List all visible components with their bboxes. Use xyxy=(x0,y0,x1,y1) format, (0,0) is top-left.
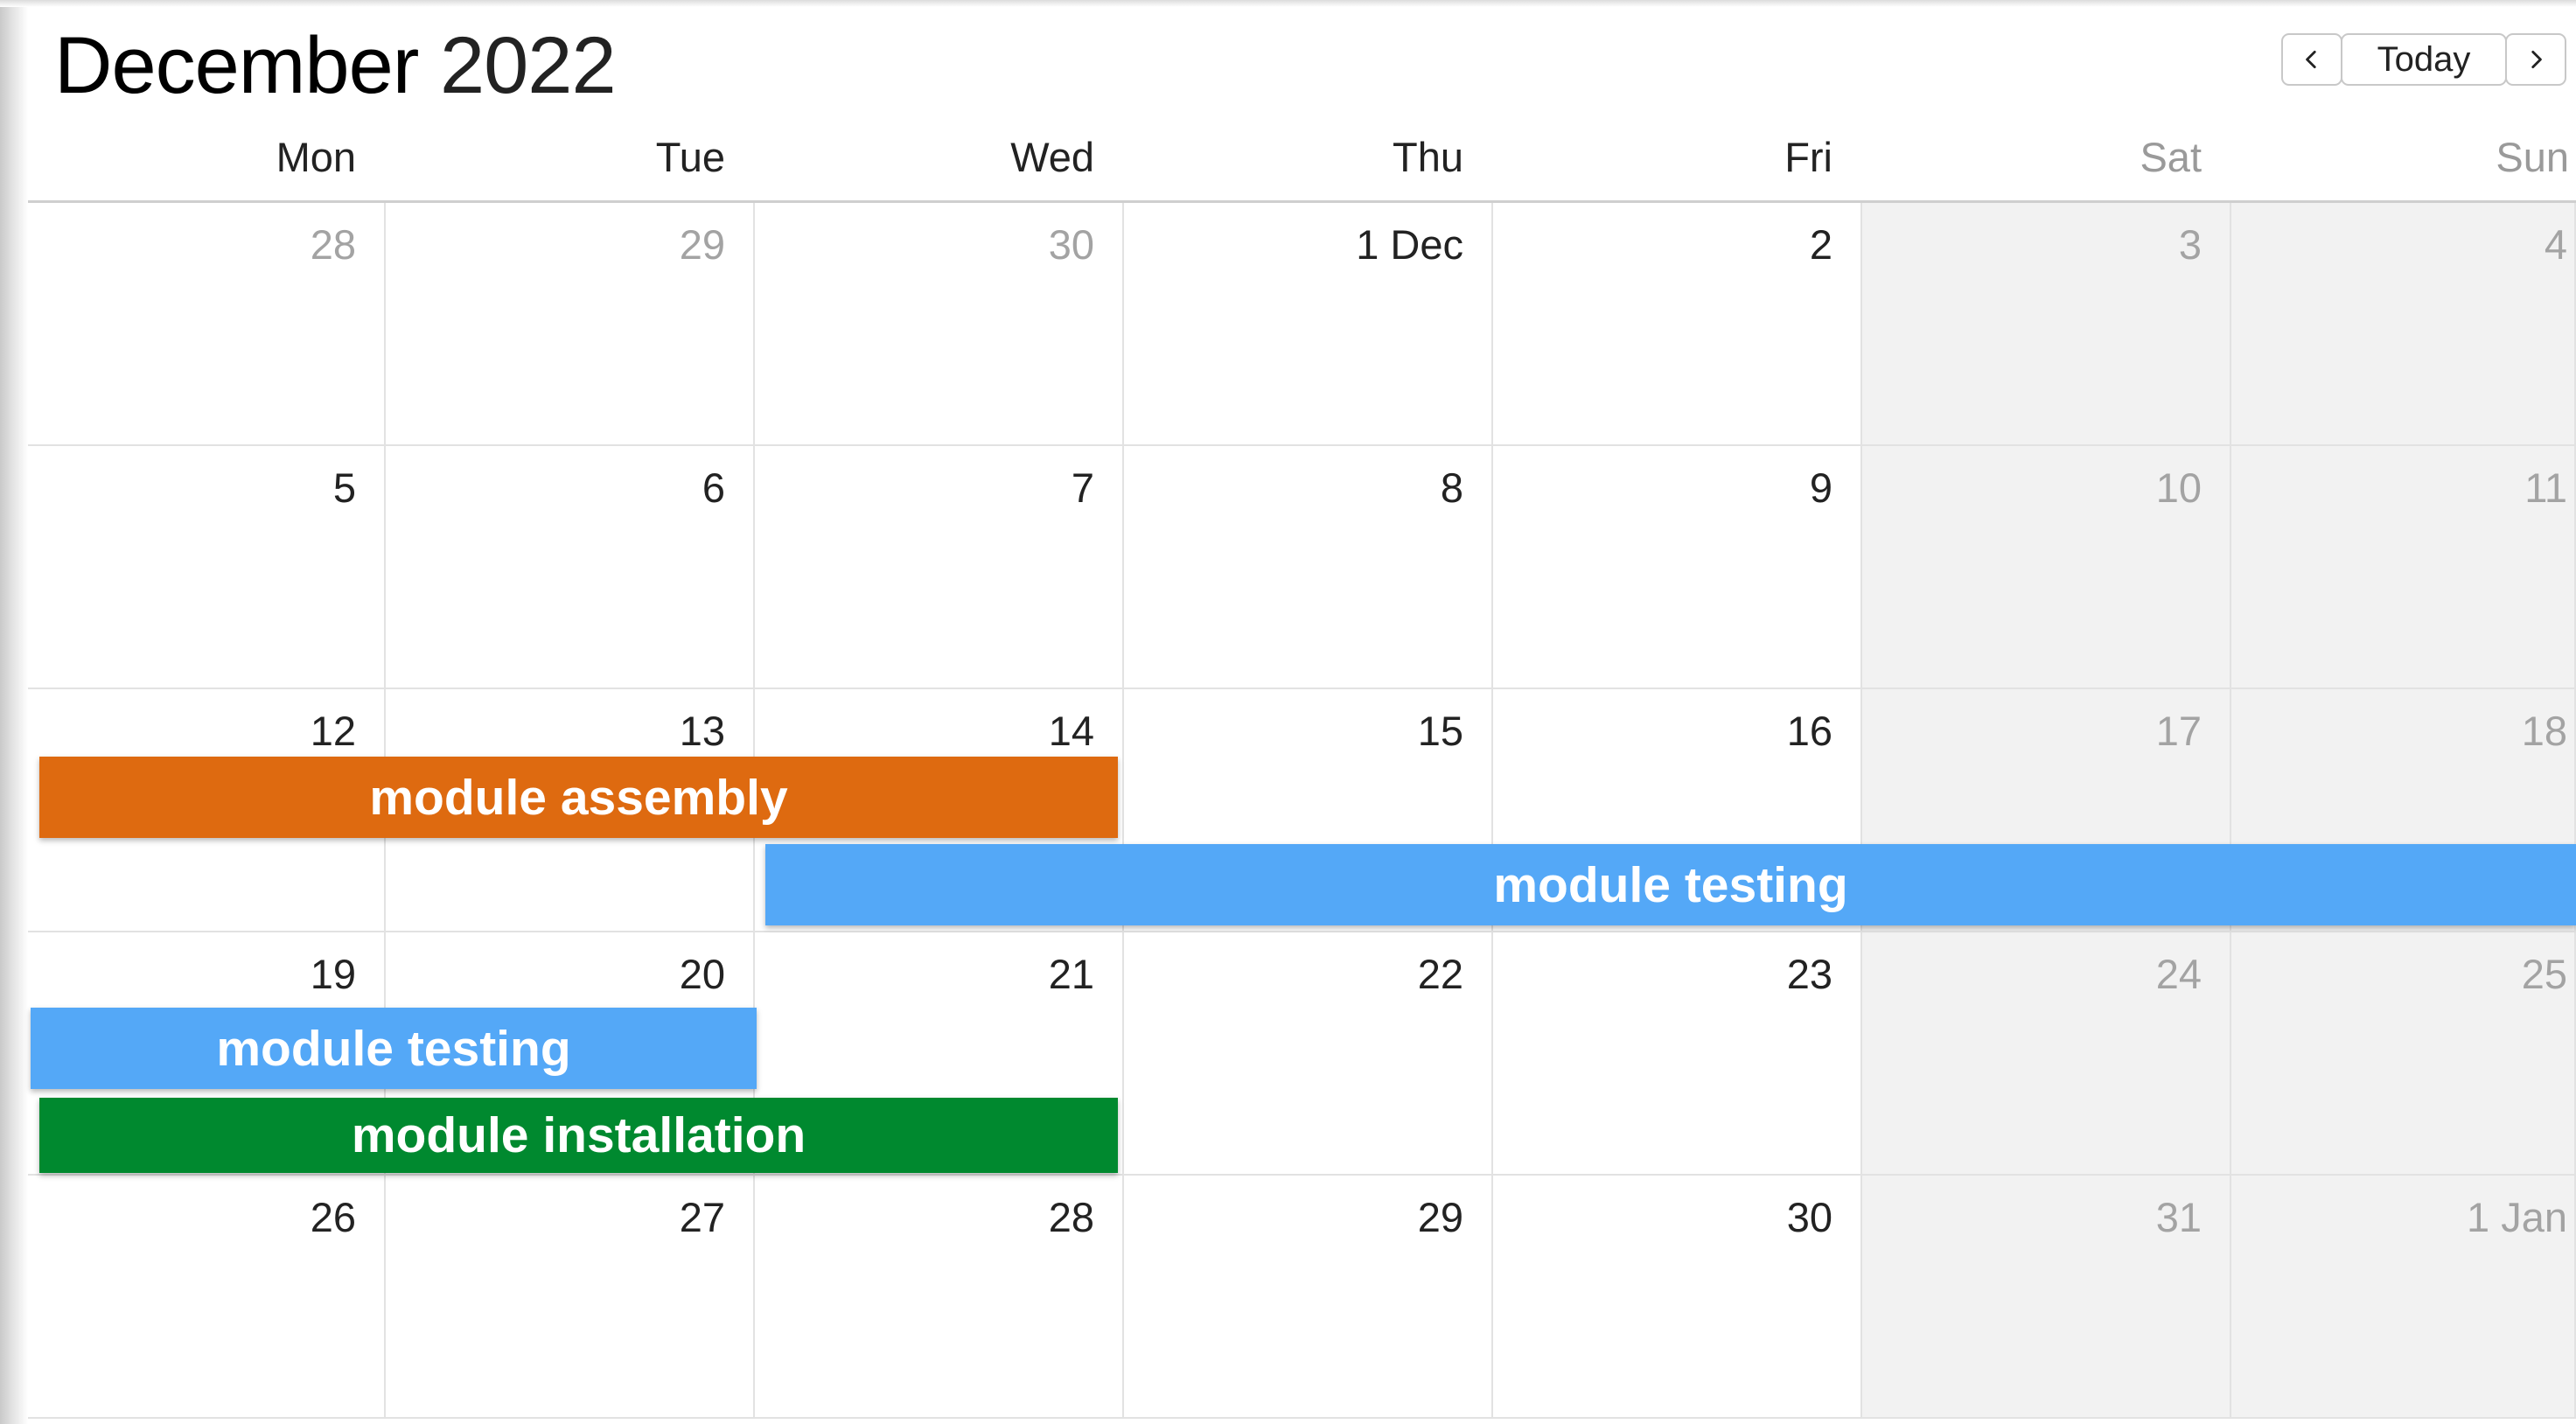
day-cell[interactable]: 29 xyxy=(386,203,755,446)
day-number: 4 xyxy=(2544,221,2567,268)
day-number: 15 xyxy=(1417,708,1463,754)
window-edge-shadow xyxy=(0,0,28,1424)
day-cell[interactable]: 22 xyxy=(1124,932,1493,1176)
chevron-right-icon xyxy=(2531,50,2542,69)
day-cell[interactable]: 28 xyxy=(28,203,386,446)
day-cell[interactable]: 25 xyxy=(2231,932,2576,1176)
chevron-left-icon xyxy=(2306,50,2316,69)
day-cell[interactable]: 10 xyxy=(1862,446,2231,689)
day-number: 19 xyxy=(310,951,356,997)
month-title: December 2022 xyxy=(54,9,617,122)
day-cell[interactable]: 27 xyxy=(386,1176,755,1419)
day-cell[interactable]: 24 xyxy=(1862,932,2231,1176)
day-cell[interactable]: 11 xyxy=(2231,446,2576,689)
event-label: module testing xyxy=(1493,856,1848,913)
day-cell[interactable]: 29 xyxy=(1124,1176,1493,1419)
day-number: 16 xyxy=(1786,708,1833,754)
event-module-testing-cont[interactable]: module testing xyxy=(31,1008,757,1089)
previous-month-button[interactable] xyxy=(2281,33,2342,86)
day-number: 26 xyxy=(310,1194,356,1240)
weekday-sun: Sun xyxy=(2496,134,2569,180)
weekday-wed: Wed xyxy=(1010,134,1094,180)
day-cell[interactable]: 30 xyxy=(755,203,1124,446)
day-number: 10 xyxy=(2155,464,2202,511)
event-module-testing[interactable]: module testing xyxy=(765,844,2576,925)
day-number: 23 xyxy=(1786,951,1833,997)
day-cell[interactable]: 31 xyxy=(1862,1176,2231,1419)
day-number: 17 xyxy=(2155,708,2202,754)
event-label: module assembly xyxy=(369,769,788,826)
day-number: 30 xyxy=(1786,1194,1833,1240)
day-cell[interactable]: 7 xyxy=(755,446,1124,689)
month-name: December xyxy=(54,21,419,110)
day-number: 29 xyxy=(1417,1194,1463,1240)
weekday-header: Mon Tue Wed Thu Fri Sat Sun xyxy=(28,122,2576,201)
day-number: 20 xyxy=(679,951,725,997)
day-cell[interactable]: 3 xyxy=(1862,203,2231,446)
day-number: 29 xyxy=(679,221,725,268)
day-cell[interactable]: 26 xyxy=(28,1176,386,1419)
day-number: 28 xyxy=(1048,1194,1094,1240)
weekday-tue: Tue xyxy=(655,134,725,180)
window-top-shadow xyxy=(0,0,2576,7)
day-number: 25 xyxy=(2521,951,2567,997)
weekday-mon: Mon xyxy=(276,134,356,180)
day-number: 9 xyxy=(1809,464,1833,511)
day-number: 30 xyxy=(1048,221,1094,268)
weekday-thu: Thu xyxy=(1393,134,1463,180)
day-cell[interactable]: 28 xyxy=(755,1176,1124,1419)
day-number: 3 xyxy=(2178,221,2202,268)
day-number: 18 xyxy=(2521,708,2567,754)
weekday-sat: Sat xyxy=(2140,134,2202,180)
event-module-assembly[interactable]: module assembly xyxy=(39,757,1118,838)
day-number: 24 xyxy=(2155,951,2202,997)
weekday-fri: Fri xyxy=(1784,134,1833,180)
day-number: 28 xyxy=(310,221,356,268)
day-cell[interactable]: 6 xyxy=(386,446,755,689)
event-module-installation[interactable]: module installation xyxy=(39,1098,1118,1173)
day-number: 7 xyxy=(1071,464,1094,511)
calendar-app: December 2022 Today Mon Tue Wed Thu Fri Sat Su… xyxy=(0,0,2576,1424)
day-cell[interactable]: 1 Dec xyxy=(1124,203,1493,446)
day-number: 21 xyxy=(1048,951,1094,997)
day-number: 2 xyxy=(1809,221,1833,268)
day-number: 12 xyxy=(310,708,356,754)
day-cell[interactable]: 23 xyxy=(1493,932,1862,1176)
day-number: 1 Jan xyxy=(2467,1194,2567,1240)
event-label: module installation xyxy=(351,1107,806,1163)
day-number: 22 xyxy=(1417,951,1463,997)
day-number: 5 xyxy=(332,464,356,511)
day-number: 6 xyxy=(702,464,725,511)
event-label: module testing xyxy=(216,1020,571,1077)
day-number: 1 Dec xyxy=(1356,221,1463,268)
day-cell[interactable]: 8 xyxy=(1124,446,1493,689)
today-button[interactable]: Today xyxy=(2341,33,2507,86)
next-month-button[interactable] xyxy=(2505,33,2566,86)
day-cell[interactable]: 9 xyxy=(1493,446,1862,689)
day-number: 8 xyxy=(1440,464,1463,511)
day-number: 13 xyxy=(679,708,725,754)
day-number: 11 xyxy=(2524,464,2567,511)
day-number: 14 xyxy=(1048,708,1094,754)
day-cell[interactable]: 5 xyxy=(28,446,386,689)
day-cell[interactable]: 1 Jan xyxy=(2231,1176,2576,1419)
day-cell[interactable]: 2 xyxy=(1493,203,1862,446)
day-cell[interactable]: 4 xyxy=(2231,203,2576,446)
day-number: 27 xyxy=(679,1194,725,1240)
year-label: 2022 xyxy=(439,21,617,110)
day-number: 31 xyxy=(2155,1194,2202,1240)
day-cell[interactable]: 30 xyxy=(1493,1176,1862,1419)
